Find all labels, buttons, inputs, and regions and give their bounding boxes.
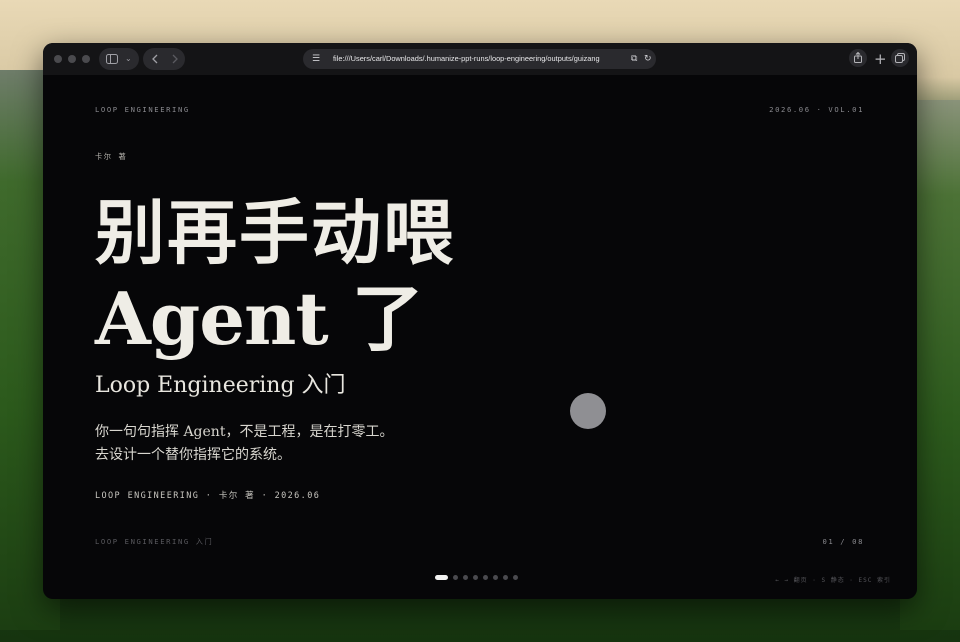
slide-meta: LOOP ENGINEERING · 卡尔 著 · 2026.06	[95, 491, 321, 501]
sidebar-toggle-button[interactable]: ⌄	[99, 48, 139, 70]
cursor-indicator	[570, 393, 606, 429]
new-tab-button[interactable]: +	[874, 48, 887, 70]
page-dot-7[interactable]	[503, 575, 508, 580]
slide-author: 卡尔 著	[95, 152, 128, 161]
page-dot-4[interactable]	[473, 575, 478, 580]
page-dot-5[interactable]	[483, 575, 488, 580]
zoom-window-button[interactable]	[82, 55, 90, 63]
sidebar-icon	[106, 54, 118, 64]
slide-header-right: 2026.06 · VOL.01	[769, 105, 864, 114]
chevron-left-icon[interactable]	[151, 54, 159, 64]
body-text-line-2: 去设计一个替你指挥它的系统。	[95, 447, 291, 463]
reload-icon[interactable]: ↻	[644, 49, 652, 69]
hero-title-line-1: 别再手动喂	[95, 191, 455, 274]
url-text: file:///Users/carl/Downloads/.humanize-p…	[333, 54, 600, 63]
slide-header-left: LOOP ENGINEERING	[95, 105, 190, 114]
page-dot-2[interactable]	[453, 575, 458, 580]
slide-subtitle: Loop Engineering 入门	[95, 373, 346, 398]
slide-footer-left: LOOP ENGINEERING 入门	[95, 537, 214, 546]
page-dot-8[interactable]	[513, 575, 518, 580]
hero-title-line-2: Agent 了	[95, 276, 424, 361]
browser-toolbar: ⌄ ☰ file:///Users/carl/Downloads/.humani…	[43, 43, 917, 75]
page-settings-icon[interactable]: ☰	[312, 49, 320, 69]
minimize-window-button[interactable]	[68, 55, 76, 63]
page-dot-6[interactable]	[493, 575, 498, 580]
slide-counter: 01 / 08	[822, 537, 864, 546]
page-dot-3[interactable]	[463, 575, 468, 580]
tab-overview-button[interactable]	[891, 49, 909, 67]
chevron-down-icon: ⌄	[125, 54, 132, 63]
page-dot-1[interactable]	[435, 575, 448, 580]
chevron-right-icon[interactable]	[171, 54, 179, 64]
tab-overview-icon	[895, 53, 905, 63]
keyboard-hint: ← → 翻页 · S 静态 · ESC 索引	[775, 577, 891, 584]
navigation-buttons	[143, 48, 185, 70]
address-bar[interactable]: ☰ file:///Users/carl/Downloads/.humanize…	[303, 49, 656, 69]
close-window-button[interactable]	[54, 55, 62, 63]
translate-icon[interactable]: ⧉	[631, 49, 637, 69]
body-text-line-1: 你一句句指挥 Agent，不是工程，是在打零工。	[95, 424, 394, 440]
share-button[interactable]	[849, 49, 867, 67]
share-icon	[854, 52, 862, 63]
browser-window: ⌄ ☰ file:///Users/carl/Downloads/.humani…	[43, 43, 917, 599]
